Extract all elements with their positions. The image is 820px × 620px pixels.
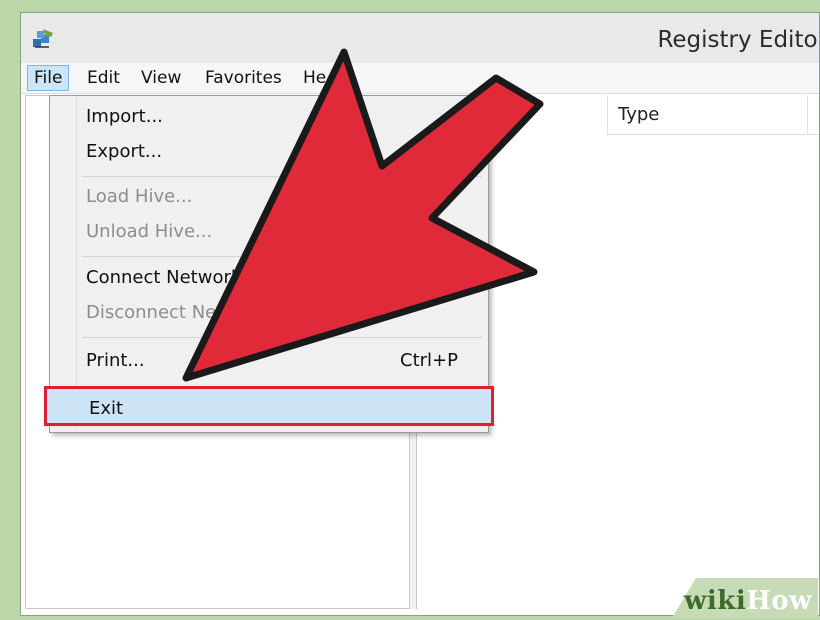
title-bar: Registry Editor — [21, 13, 819, 63]
menu-item-label: Connect Network — [86, 267, 242, 288]
menu-item-print[interactable]: Print... Ctrl+P — [50, 344, 488, 378]
file-menu-dropdown: Import... Export... Load Hive... Unload … — [44, 95, 494, 433]
menu-help[interactable]: He — [297, 65, 332, 91]
menu-item-label: Disconnect Net — [86, 302, 224, 323]
watermark-wiki: wiki — [684, 586, 747, 616]
registry-editor-app-icon — [33, 29, 53, 48]
menu-item-label: Export... — [86, 141, 163, 162]
wikihow-watermark: wikiHow — [672, 578, 818, 618]
menu-item-label: Exit — [89, 398, 124, 419]
menu-view[interactable]: View — [135, 65, 187, 91]
menu-item-shortcut: Ctrl+P — [400, 350, 458, 371]
menu-separator — [82, 176, 482, 177]
menu-item-label: Print... — [86, 350, 145, 371]
menu-item-label: Unload Hive... — [86, 221, 213, 242]
menu-item-exit[interactable]: Exit — [44, 386, 494, 426]
menu-item-unload-hive: Unload Hive... — [50, 215, 488, 249]
menu-separator — [82, 256, 482, 257]
menu-bar: File Edit View Favorites He — [21, 63, 819, 94]
menu-edit[interactable]: Edit — [81, 65, 126, 91]
column-header-type[interactable]: Type — [607, 95, 807, 135]
window-title: Registry Editor — [657, 27, 820, 53]
watermark-how: How — [746, 586, 812, 616]
menu-item-label: Load Hive... — [86, 186, 193, 207]
menu-item-label: Import... — [86, 106, 163, 127]
column-header-data[interactable]: D — [807, 95, 819, 135]
menu-separator — [82, 337, 482, 338]
menu-file[interactable]: File — [27, 65, 70, 91]
menu-item-load-hive: Load Hive... — [50, 180, 488, 214]
menu-item-connect-network-registry[interactable]: Connect Network — [50, 261, 488, 295]
registry-editor-window: Registry Editor File Edit View Favorites… — [20, 12, 820, 616]
menu-favorites[interactable]: Favorites — [199, 65, 288, 91]
watermark-text: wikiHow — [684, 586, 812, 616]
menu-item-export[interactable]: Export... — [50, 135, 488, 169]
menu-item-import[interactable]: Import... — [50, 100, 488, 134]
menu-item-disconnect-network-registry: Disconnect Net — [50, 296, 488, 330]
